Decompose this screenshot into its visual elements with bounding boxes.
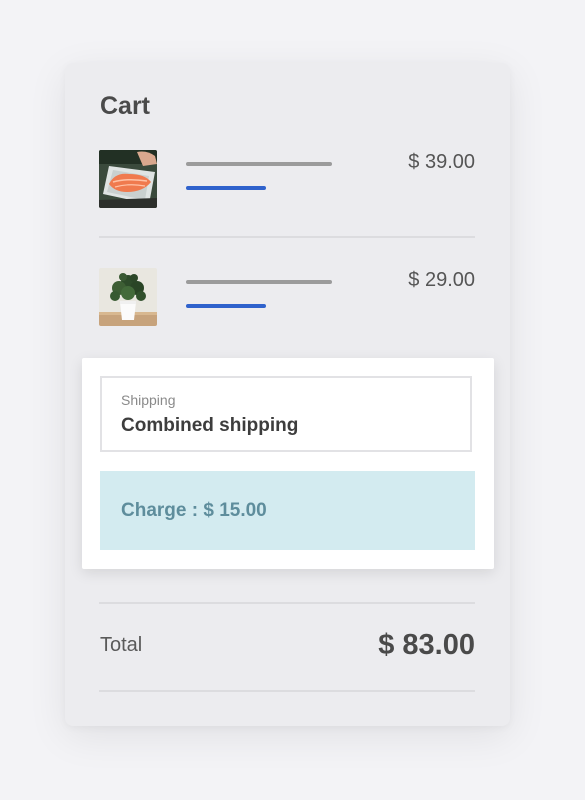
shipping-charge: Charge : $ 15.00 (121, 500, 267, 521)
item-variant-placeholder (186, 304, 266, 308)
divider (99, 602, 475, 604)
shipping-panel: Shipping Combined shipping Charge : $ 15… (82, 358, 494, 569)
total-value: $ 83.00 (378, 629, 475, 661)
divider (99, 690, 475, 692)
cart-item[interactable]: $ 29.00 (99, 268, 475, 328)
cart-title: Cart (100, 92, 151, 120)
shipping-charge-box: Charge : $ 15.00 (100, 471, 475, 550)
item-price: $ 29.00 (408, 269, 475, 291)
item-name-placeholder (186, 162, 332, 166)
item-variant-placeholder (186, 186, 266, 190)
shipping-value: Combined shipping (121, 415, 299, 436)
item-price: $ 39.00 (408, 151, 475, 173)
shipping-select[interactable]: Shipping Combined shipping (100, 376, 472, 452)
total-label: Total (100, 634, 143, 656)
shipping-label: Shipping (121, 392, 176, 408)
divider (99, 236, 475, 238)
cart-item[interactable]: $ 39.00 (99, 150, 475, 210)
item-name-placeholder (186, 280, 332, 284)
potted-plant-image (99, 268, 157, 326)
salmon-fillet-image (99, 150, 157, 208)
